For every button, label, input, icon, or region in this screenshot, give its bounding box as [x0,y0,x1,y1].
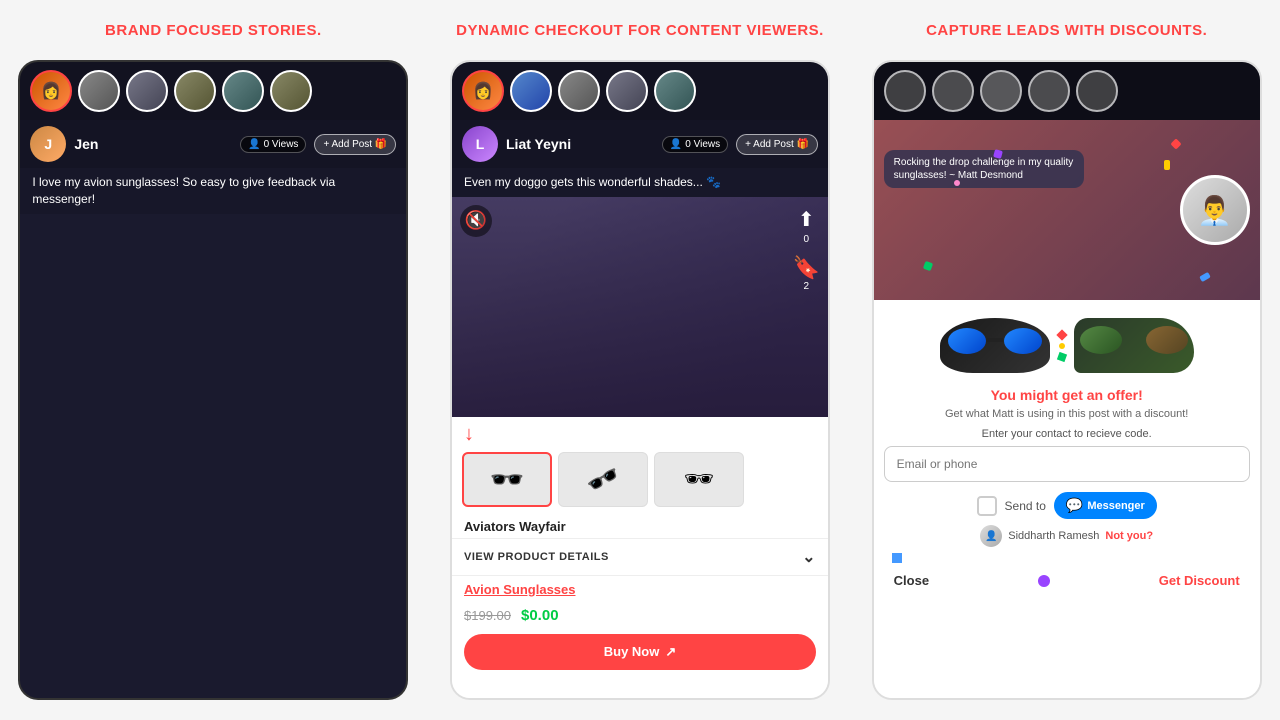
messenger-icon: 💬 [1066,497,1083,514]
panel3: 👨‍💼 Rocking the drop challenge in my qua… [853,60,1280,720]
video-area-3: 👨‍💼 Rocking the drop challenge in my qua… [874,120,1260,300]
story-bubble-3-4[interactable] [1028,70,1070,112]
bookmark-icon-2: 🔖 [793,255,820,281]
phone-mockup-2: 👩 L Liat Yeyni 👤 0 Views + Add Post 🎁 [450,60,830,700]
external-link-icon: ↗ [665,644,676,660]
story-bubble-2-3[interactable] [558,70,600,112]
bottom-action-row: Close Get Discount [884,563,1250,588]
get-discount-button[interactable]: Get Discount [1159,573,1240,588]
send-to-row: Send to 💬 Messenger [977,492,1157,519]
messenger-button[interactable]: 💬 Messenger [1054,492,1157,519]
mute-icon-2[interactable]: 🔇 [460,205,492,237]
user-name-label: Siddharth Ramesh [1008,530,1099,542]
user-row: 👤 Siddharth Ramesh Not you? [980,525,1153,547]
phone-mockup-1: 👩 J Jen 👤 0 Views + Add Post 🎁 I love [18,60,408,700]
arrow-down-icon: ↓ [452,417,828,452]
story-bubble-3[interactable] [126,70,168,112]
avatar-1: J [30,126,66,162]
video-bg-2 [452,197,828,417]
views-badge-1: 👤 0 Views [240,136,306,153]
story-bubble-2-5[interactable] [654,70,696,112]
section2-header: DYNAMIC CHECKOUT FOR CONTENT VIEWERS. [427,0,854,60]
caption-bubble-3: Rocking the drop challenge in my quality… [884,150,1084,188]
view-details-btn[interactable]: VIEW PRODUCT DETAILS ⌄ [452,538,828,576]
section1-header: BRAND FOCUSED STORIES. [0,0,427,60]
price-row: $199.00 $0.00 [452,603,828,628]
views-badge-2: 👤 0 Views [662,136,728,153]
sunglasses-green [1074,318,1194,373]
caption-2: Even my doggo gets this wonderful shades… [452,168,828,197]
product-img-box-1[interactable]: 🕶️ [462,452,552,507]
phone-mockup-3: 👨‍💼 Rocking the drop challenge in my qua… [872,60,1262,700]
bookmark-btn-2[interactable]: 🔖 2 [793,255,820,292]
top-bar: BRAND FOCUSED STORIES. DYNAMIC CHECKOUT … [0,0,1280,60]
story-bubble-2-4[interactable] [606,70,648,112]
offer-title: You might get an offer! [991,387,1143,403]
username-2: Liat Yeyni [506,136,654,152]
send-to-checkbox[interactable] [977,496,997,516]
video-area-2: 🔇 ⬆ 0 🔖 2 [452,197,828,417]
username-1: Jen [74,136,232,152]
sunglasses-blue [940,318,1050,373]
chevron-down-icon: ⌄ [802,547,816,567]
stories-row-1: 👩 [20,62,406,120]
confetti-5 [954,180,960,186]
product-img-box-2[interactable]: 🕶️ [558,452,648,507]
product-title-2: Aviators Wayfair [452,515,828,538]
confetti-2 [1164,160,1170,170]
not-you-link[interactable]: Not you? [1105,530,1153,542]
stories-row-2: 👩 [452,62,828,120]
story-bubble-6[interactable] [270,70,312,112]
panel2: 👩 L Liat Yeyni 👤 0 Views + Add Post 🎁 [427,60,854,720]
close-button[interactable]: Close [894,573,929,588]
phone-header-2: L Liat Yeyni 👤 0 Views + Add Post 🎁 [452,120,828,168]
add-post-button-2[interactable]: + Add Post 🎁 [736,134,818,155]
story-bubble-4[interactable] [174,70,216,112]
section3-header: CAPTURE LEADS WITH DISCOUNTS. [853,0,1280,60]
product-images-row: 🕶️ 🕶️ 🕶 [452,452,828,515]
product-link[interactable]: Avion Sunglasses [452,576,828,603]
price-current: $0.00 [521,607,559,624]
offer-desc: Get what Matt is using in this post with… [945,407,1188,422]
contact-prompt: Enter your contact to recieve code. [982,428,1152,440]
caption-1: I love my avion sunglasses! So easy to g… [20,168,406,214]
send-to-label: Send to [1005,499,1046,513]
story-bubble-3-1[interactable] [884,70,926,112]
phone-top-dark-3: 👨‍💼 Rocking the drop challenge in my qua… [874,62,1260,300]
confetti-middle [1058,331,1066,361]
story-bubble-2-1[interactable]: 👩 [462,70,504,112]
sunglasses-display [884,310,1250,381]
stories-row-3 [874,62,1260,120]
right-sidebar-2: ⬆ 0 🔖 2 [793,207,820,292]
avatar-3-lg: 👨‍💼 [1180,175,1250,245]
story-bubble-3-3[interactable] [980,70,1022,112]
avatar-2: L [462,126,498,162]
blue-square-deco [892,553,902,563]
story-bubble-2[interactable] [78,70,120,112]
story-bubble-3-5[interactable] [1076,70,1118,112]
lead-section: You might get an offer! Get what Matt is… [874,300,1260,698]
story-bubble-5[interactable] [222,70,264,112]
story-bubble-3-2[interactable] [932,70,974,112]
add-post-button-1[interactable]: + Add Post 🎁 [314,134,396,155]
confetti-purple [1038,575,1050,587]
phone-top-dark-2: 👩 L Liat Yeyni 👤 0 Views + Add Post 🎁 [452,62,828,417]
share-btn-2[interactable]: ⬆ 0 [798,207,815,245]
user-icon-1: 👤 [248,139,260,150]
story-bubble-1[interactable]: 👩 [30,70,72,112]
price-original: $199.00 [464,608,511,623]
user-avatar-sm: 👤 [980,525,1002,547]
checkout-section: ↓ 🕶️ 🕶️ 🕶 Aviators Wayfair VIEW PRODUCT … [452,417,828,698]
email-input[interactable] [884,446,1250,482]
story-bubble-2-2[interactable] [510,70,552,112]
phone-header-1: J Jen 👤 0 Views + Add Post 🎁 [20,120,406,168]
product-img-box-3[interactable]: 🕶 [654,452,744,507]
buy-now-button[interactable]: Buy Now ↗ [464,634,816,670]
panel1: 👩 J Jen 👤 0 Views + Add Post 🎁 I love [0,60,427,720]
figure2 [452,197,828,417]
